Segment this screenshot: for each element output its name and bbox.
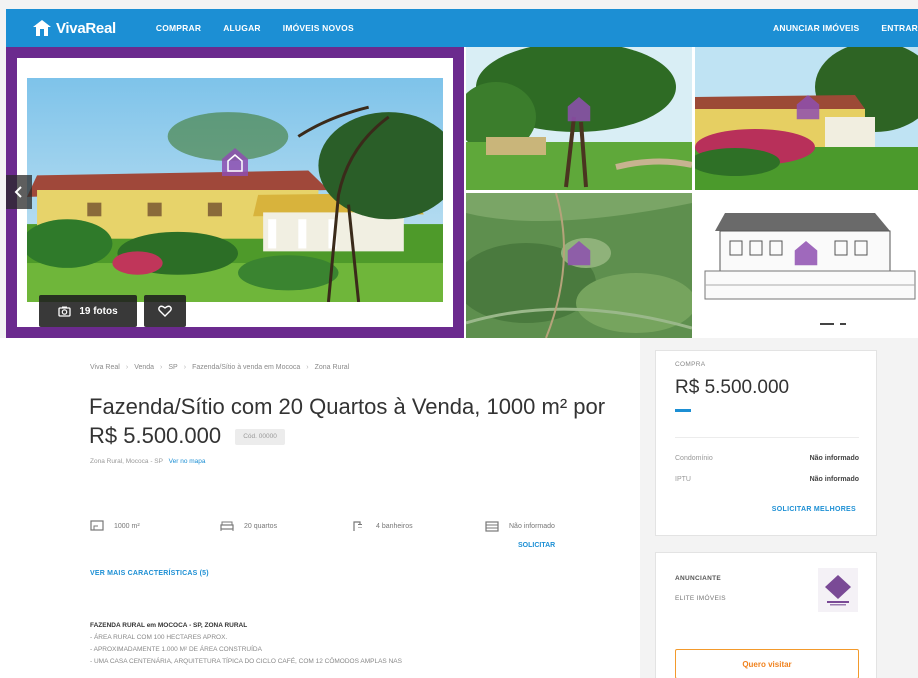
- heart-icon: [158, 305, 172, 317]
- logo-icon: [33, 20, 51, 36]
- price-card: COMPRA R$ 5.500.000 Condomínio Não infor…: [655, 350, 877, 536]
- area-icon: [90, 520, 104, 531]
- divider: [675, 437, 859, 438]
- main-nav: COMPRAR ALUGAR IMÓVEIS NOVOS: [156, 23, 354, 33]
- feature-area: 1000 m²: [90, 520, 140, 532]
- breadcrumb: Viva Real › Venda › SP › Fazenda/Sítio à…: [90, 364, 350, 371]
- request-better-values-link[interactable]: SOLICITAR MELHORES: [772, 506, 856, 513]
- gallery-thumb-4[interactable]: [695, 193, 918, 338]
- photo-gallery: 19 fotos: [6, 47, 918, 338]
- nav-entrar[interactable]: ENTRAR: [881, 23, 918, 33]
- gallery-thumb-2[interactable]: [695, 47, 918, 190]
- features-row: 1000 m² 20 quartos 4 banheiros Não infor…: [90, 520, 610, 560]
- photos-count-label: 19 fotos: [79, 305, 118, 317]
- description-line: - APROXIMADAMENTE 1.000 M² DE ÁREA CONST…: [90, 646, 262, 653]
- nav-imoveis-novos[interactable]: IMÓVEIS NOVOS: [283, 23, 354, 33]
- bed-icon: [220, 521, 234, 531]
- price-label: COMPRA: [675, 361, 706, 368]
- chevron-left-icon: [14, 186, 22, 198]
- fee-value: Não informado: [809, 476, 859, 483]
- advertiser-logo-icon: [825, 575, 851, 606]
- feature-area-text: 1000 m²: [114, 522, 140, 530]
- nav-right: ANUNCIAR IMÓVEIS ENTRAR: [773, 23, 918, 33]
- more-features-link[interactable]: VER MAIS CARACTERÍSTICAS (5): [90, 570, 209, 577]
- shower-icon: [353, 521, 362, 531]
- listing-title: Fazenda/Sítio com 20 Quartos à Venda, 10…: [89, 394, 606, 448]
- hero-photo[interactable]: [27, 78, 443, 302]
- description-heading: FAZENDA RURAL em MOCOCA - SP, ZONA RURAL: [90, 622, 248, 629]
- logo-text: VivaReal: [56, 19, 116, 37]
- map-link[interactable]: Ver no mapa: [169, 458, 206, 465]
- gallery-prev-button[interactable]: [6, 175, 32, 209]
- favorite-button[interactable]: [144, 295, 186, 327]
- property-pin-icon: [222, 148, 248, 176]
- nav-alugar[interactable]: ALUGAR: [223, 23, 261, 33]
- feature-garage-text: Não informado: [509, 522, 555, 530]
- top-navbar: VivaReal COMPRAR ALUGAR IMÓVEIS NOVOS AN…: [6, 9, 918, 47]
- breadcrumb-item[interactable]: Zona Rural: [315, 364, 350, 371]
- breadcrumb-item[interactable]: Viva Real: [90, 364, 120, 371]
- listing-address: Zona Rural, Mococa - SP Ver no mapa: [90, 458, 206, 465]
- advertiser-logo[interactable]: [818, 568, 858, 612]
- advertiser-card: ANUNCIANTE ELITE IMÓVEIS Quero visitar: [655, 552, 877, 678]
- feature-bathrooms-text: 4 banheiros: [376, 522, 413, 530]
- advertiser-name[interactable]: ELITE IMÓVEIS: [675, 595, 726, 602]
- page: VivaReal COMPRAR ALUGAR IMÓVEIS NOVOS AN…: [0, 0, 918, 678]
- fee-row-iptu: IPTU Não informado: [675, 476, 859, 483]
- schedule-visit-button[interactable]: Quero visitar: [675, 649, 859, 678]
- fee-label: Condomínio: [675, 455, 713, 462]
- property-pin-icon: [567, 97, 591, 122]
- price-accent-bar: [675, 409, 691, 412]
- fee-row-condominio: Condomínio Não informado: [675, 455, 859, 462]
- listing-main: Viva Real › Venda › SP › Fazenda/Sítio à…: [0, 338, 640, 678]
- feature-bedrooms: 20 quartos: [220, 520, 277, 532]
- nav-comprar[interactable]: COMPRAR: [156, 23, 201, 33]
- listing-description: FAZENDA RURAL em MOCOCA - SP, ZONA RURAL…: [90, 620, 570, 668]
- feature-bathrooms: 4 banheiros: [352, 520, 413, 532]
- breadcrumb-item[interactable]: Venda: [134, 364, 154, 371]
- description-line: - ÁREA RURAL COM 100 HECTARES APROX.: [90, 634, 228, 641]
- garage-icon: [485, 521, 499, 532]
- advertiser-label: ANUNCIANTE: [675, 575, 721, 582]
- property-pin-icon: [794, 241, 818, 266]
- property-pin-icon: [796, 95, 820, 120]
- photos-count-button[interactable]: 19 fotos: [39, 295, 137, 327]
- request-info-link[interactable]: SOLICITAR: [518, 542, 555, 549]
- camera-icon: [58, 306, 71, 317]
- description-line: - UMA CASA CENTENÁRIA, ARQUITETURA TÍPIC…: [90, 658, 402, 665]
- hero-photo-frame: 19 fotos: [6, 47, 464, 338]
- listing-code-badge: Cód. 00000: [235, 429, 285, 446]
- price-value: R$ 5.500.000: [675, 377, 790, 398]
- feature-garage: Não informado: [485, 520, 555, 532]
- nav-anunciar[interactable]: ANUNCIAR IMÓVEIS: [773, 23, 859, 33]
- address-text: Zona Rural, Mococa - SP: [90, 458, 163, 465]
- page-title: Fazenda/Sítio com 20 Quartos à Venda, 10…: [89, 392, 629, 450]
- farmhouse-photo: [27, 78, 443, 302]
- fee-label: IPTU: [675, 476, 691, 483]
- fee-value: Não informado: [809, 455, 859, 462]
- feature-bedrooms-text: 20 quartos: [244, 522, 278, 530]
- gallery-thumb-1[interactable]: [466, 47, 692, 190]
- gallery-thumb-3[interactable]: [466, 193, 692, 338]
- logo[interactable]: VivaReal: [32, 19, 116, 37]
- property-pin-icon: [567, 241, 591, 266]
- breadcrumb-item[interactable]: Fazenda/Sítio à venda em Mococa: [192, 364, 300, 371]
- breadcrumb-item[interactable]: SP: [168, 364, 177, 371]
